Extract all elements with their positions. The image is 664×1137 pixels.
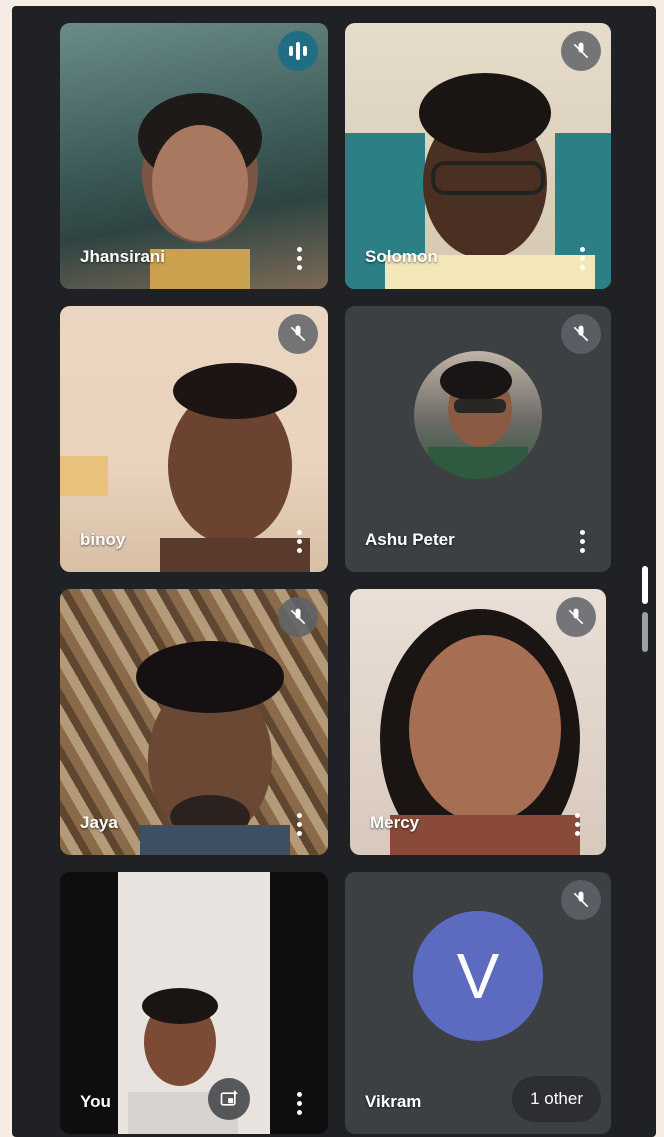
- meeting-grid: Jhansirani Solomon binoy Ashu Peter Jaya…: [12, 6, 656, 1137]
- more-vert-icon[interactable]: [564, 809, 590, 839]
- participant-tile-jhansirani[interactable]: Jhansirani: [60, 23, 328, 289]
- more-vert-icon[interactable]: [286, 526, 312, 556]
- mic-off-icon: [278, 597, 318, 637]
- picture-in-picture-icon[interactable]: [208, 1078, 250, 1120]
- participant-name: Ashu Peter: [365, 530, 455, 549]
- participant-name: Jhansirani: [80, 247, 166, 266]
- participant-tile-mercy[interactable]: Mercy: [350, 589, 606, 855]
- participant-name: You: [80, 1092, 111, 1111]
- scrollbar-track: [642, 612, 648, 652]
- speaking-indicator-icon: [278, 31, 318, 71]
- more-vert-icon[interactable]: [286, 809, 312, 839]
- more-vert-icon[interactable]: [286, 243, 312, 273]
- others-button[interactable]: 1 other: [512, 1076, 601, 1122]
- participant-name: Solomon: [365, 247, 438, 266]
- scrollbar[interactable]: [642, 566, 648, 656]
- mic-off-icon: [556, 597, 596, 637]
- mic-off-icon: [278, 314, 318, 354]
- more-vert-icon[interactable]: [569, 243, 595, 273]
- participant-tile-jaya[interactable]: Jaya: [60, 589, 328, 855]
- avatar: [414, 351, 542, 479]
- mic-off-icon: [561, 880, 601, 920]
- participant-tile-solomon[interactable]: Solomon: [345, 23, 611, 289]
- avatar: V: [413, 911, 543, 1041]
- mic-off-icon: [561, 31, 601, 71]
- participant-name: binoy: [80, 530, 126, 549]
- participant-name: Mercy: [370, 813, 420, 832]
- participant-tile-binoy[interactable]: binoy: [60, 306, 328, 572]
- participant-tile-vikram[interactable]: V Vikram 1 other: [345, 872, 611, 1134]
- participant-name: Vikram: [365, 1092, 422, 1111]
- scrollbar-thumb[interactable]: [642, 566, 648, 604]
- participant-tile-ashu-peter[interactable]: Ashu Peter: [345, 306, 611, 572]
- more-vert-icon[interactable]: [569, 526, 595, 556]
- participant-name: Jaya: [80, 813, 118, 832]
- more-vert-icon[interactable]: [286, 1088, 312, 1118]
- mic-off-icon: [561, 314, 601, 354]
- participant-tile-you[interactable]: You: [60, 872, 328, 1134]
